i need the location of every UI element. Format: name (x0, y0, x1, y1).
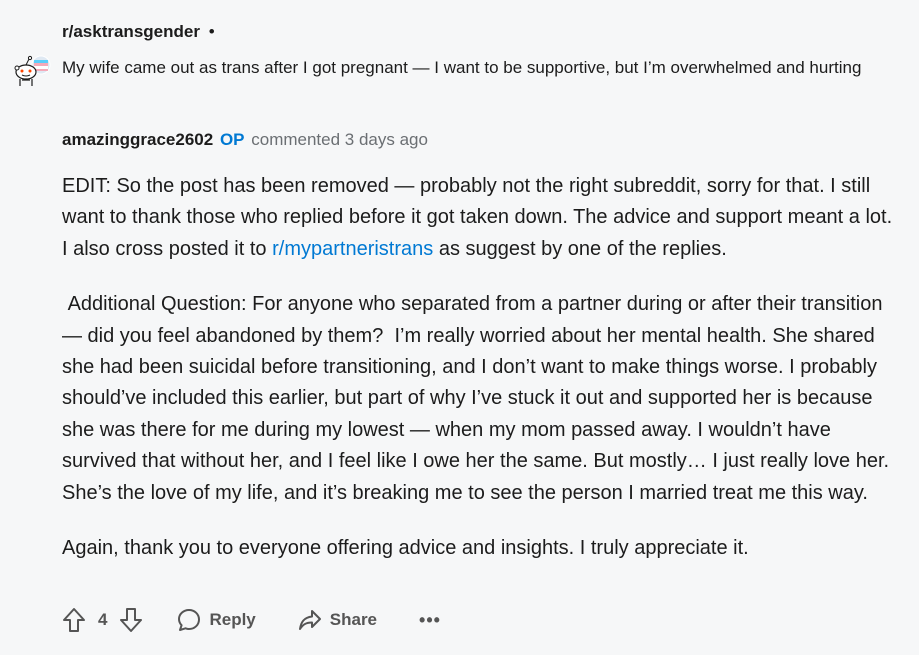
upvote-button[interactable] (62, 607, 86, 633)
op-badge: OP (219, 130, 245, 149)
reply-label: Reply (209, 610, 256, 629)
comment-author[interactable]: amazinggrace2602 (62, 130, 213, 149)
more-options-button[interactable]: ••• (419, 610, 441, 631)
separator-dot: • (208, 22, 215, 41)
arrow-up-icon (63, 608, 85, 632)
share-label: Share (329, 610, 378, 629)
arrow-down-icon (120, 608, 143, 632)
subreddit-link[interactable]: r/asktransgender (62, 22, 200, 41)
comment-paragraph: Again, thank you to everyone offering ad… (62, 537, 749, 560)
ellipsis-icon: ••• (419, 609, 441, 630)
chat-bubble-icon (178, 609, 201, 631)
comment-paragraph: EDIT: So the post has been removed — pro… (62, 171, 902, 265)
reply-button[interactable]: Reply (177, 608, 256, 632)
share-button[interactable]: Share (298, 608, 377, 632)
share-arrow-icon (298, 610, 321, 630)
paragraph-text: as suggest by one of the replies. (433, 237, 727, 260)
comment-meta: amazinggrace2602 OP commented 3 days ago (62, 130, 428, 150)
crosspost-subreddit-link[interactable]: r/mypartneristrans (272, 238, 433, 260)
comment-actions: 4 Reply Share ••• (62, 602, 441, 638)
post-title-link[interactable]: My wife came out as trans after I got pr… (62, 50, 902, 86)
comment-timestamp: commented 3 days ago (251, 130, 428, 149)
downvote-button[interactable] (119, 607, 143, 633)
comment-body: EDIT: So the post has been removed — pro… (62, 171, 902, 588)
vote-count: 4 (98, 610, 108, 629)
subreddit-row: r/asktransgender • (62, 22, 215, 42)
comment-paragraph: Additional Question: For anyone who sepa… (62, 293, 895, 504)
snoo-avatar-icon[interactable] (12, 50, 52, 90)
